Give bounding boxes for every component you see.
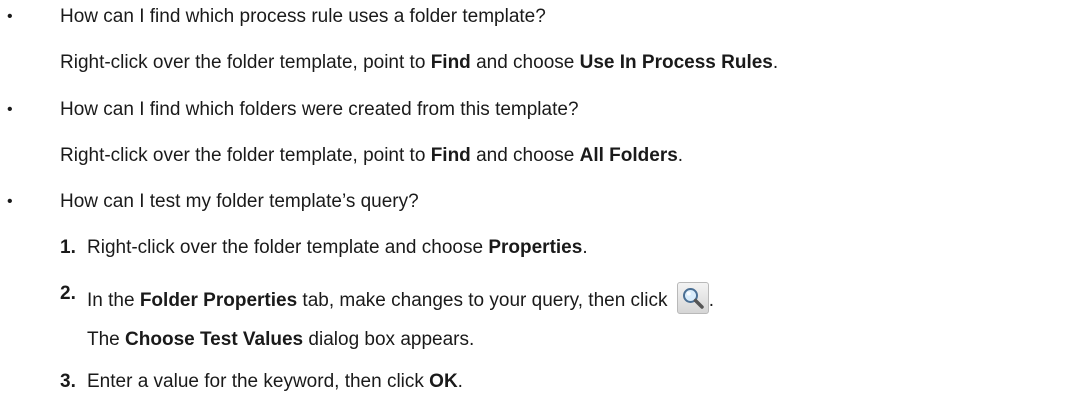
faq-answer: Right-click over the folder template, po…: [60, 145, 684, 166]
faq-answer: Right-click over the folder template, po…: [60, 52, 779, 73]
magnifier-glyph: [682, 288, 704, 309]
button-term: OK: [429, 371, 458, 392]
step-1: 1. Right-click over the folder template …: [0, 236, 1072, 260]
menu-term: Find: [430, 52, 471, 73]
step-2: 2. In the Folder Properties tab, make ch…: [0, 282, 1072, 314]
faq-question: How can I test my folder template’s quer…: [60, 191, 419, 212]
faq-question: How can I find which process rule uses a…: [60, 6, 546, 27]
menu-term: All Folders: [579, 145, 678, 166]
step-number: 3.: [60, 371, 76, 392]
step-number: 1.: [60, 237, 76, 258]
step-text: Right-click over the folder template and…: [87, 237, 588, 258]
step-3: 3. Enter a value for the keyword, then c…: [0, 370, 1072, 394]
menu-term: Find: [430, 145, 471, 166]
bullet: •: [7, 193, 13, 210]
bullet: •: [7, 101, 13, 118]
step-text: In the Folder Properties tab, make chang…: [87, 282, 714, 314]
tab-term: Folder Properties: [139, 290, 298, 311]
step-number: 2.: [60, 283, 76, 304]
bullet: •: [7, 8, 13, 25]
step-text: Enter a value for the keyword, then clic…: [87, 371, 463, 392]
dialog-term: Choose Test Values: [125, 329, 304, 350]
magnifier-search-icon[interactable]: [676, 282, 709, 314]
faq-question: How can I find which folders were create…: [60, 99, 579, 120]
menu-term: Properties: [488, 237, 583, 258]
step-note: The Choose Test Values dialog box appear…: [87, 329, 475, 350]
menu-term: Use In Process Rules: [579, 52, 773, 73]
